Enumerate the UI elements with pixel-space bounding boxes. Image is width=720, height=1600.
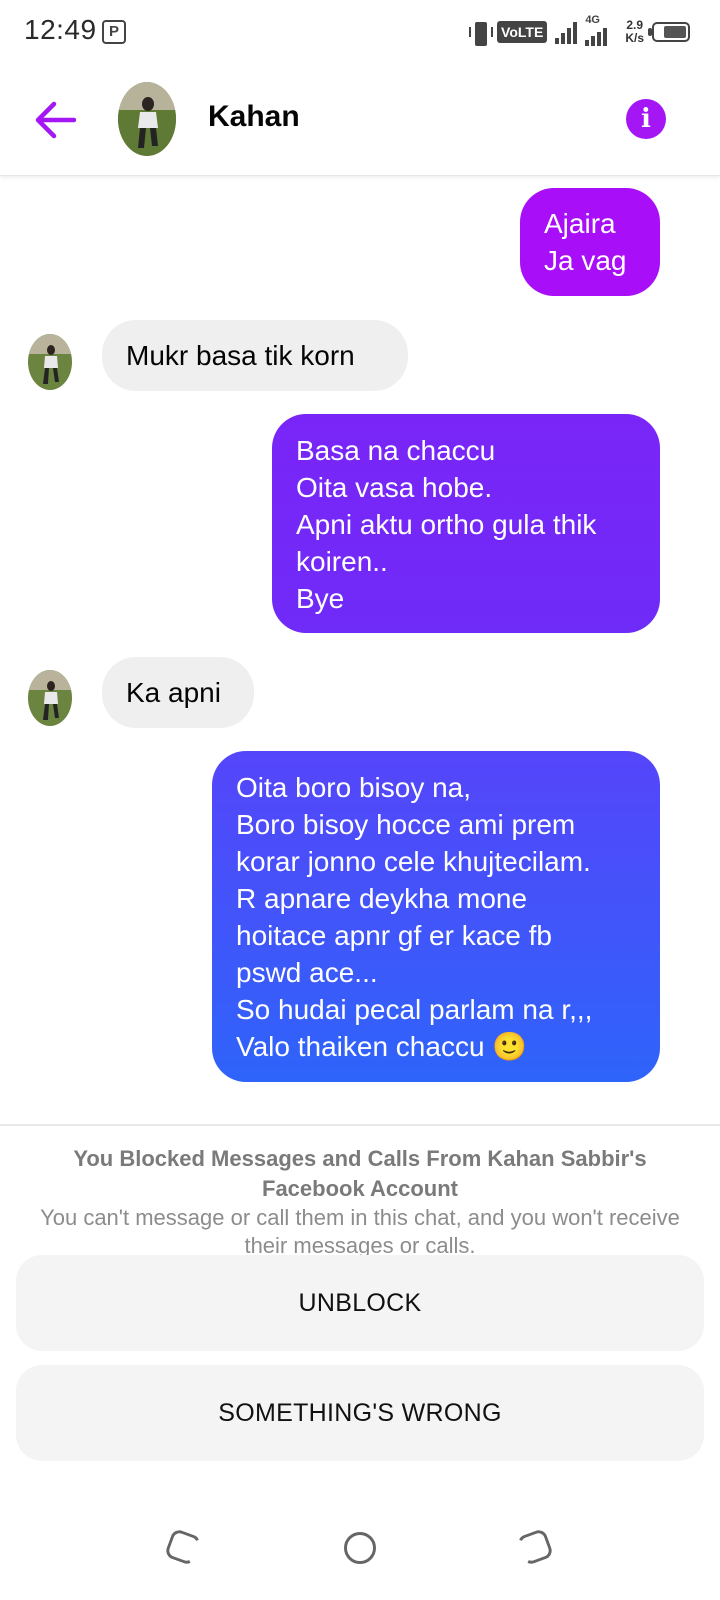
message-line: korar jonno cele khujtecilam. (236, 846, 591, 877)
home-icon[interactable] (344, 1532, 376, 1564)
divider (0, 1124, 720, 1126)
network-speed: 2.9 K/s (625, 19, 644, 45)
message-bubble-incoming[interactable]: Mukr basa tik korn (102, 320, 408, 391)
arrow-left-icon (35, 101, 77, 139)
message-line: Ja vag (544, 245, 627, 276)
system-nav-bar (0, 1512, 720, 1600)
battery-icon (648, 22, 690, 42)
back-icon[interactable] (515, 1527, 555, 1567)
unblock-button[interactable]: UNBLOCK (16, 1255, 704, 1351)
block-notice-title: You Blocked Messages and Calls From Kaha… (73, 1146, 647, 1201)
message-line: Boro bisoy hocce ami prem (236, 809, 576, 840)
network-type: 4G (585, 14, 600, 26)
message-line: hoitace apnr gf er kace fb (236, 920, 552, 951)
status-icons: VoLTE 4G 2.9 K/s (469, 14, 690, 50)
signal-icon (555, 20, 578, 44)
message-bubble-outgoing[interactable]: Basa na chaccu Oita vasa hobe. Apni aktu… (272, 414, 660, 633)
chat-header: Kahan i (0, 64, 720, 176)
message-bubble-outgoing[interactable]: Oita boro bisoy na, Boro bisoy hocce ami… (212, 751, 660, 1082)
message-line: pswd ace... (236, 957, 378, 988)
status-bar: 12:49 P VoLTE 4G 2.9 K/s (0, 0, 720, 64)
info-icon: i (641, 104, 651, 134)
message-line: Ka apni (126, 677, 221, 708)
message-bubble-incoming[interactable]: Ka apni (102, 657, 254, 728)
contact-name[interactable]: Kahan (208, 100, 300, 134)
recent-apps-icon[interactable] (163, 1527, 203, 1567)
message-line: koiren.. (296, 546, 388, 577)
speed-unit: K/s (625, 31, 644, 45)
contact-avatar[interactable] (118, 82, 176, 156)
message-line: Valo thaiken chaccu 🙂 (236, 1031, 528, 1062)
message-line: Ajaira (544, 208, 616, 239)
message-bubble-outgoing[interactable]: Ajaira Ja vag (520, 188, 660, 296)
status-time: 12:49 (24, 14, 97, 45)
contact-avatar-small[interactable] (28, 334, 72, 390)
message-line: Oita boro bisoy na, (236, 772, 472, 803)
message-line: Apni aktu ortho gula thik (296, 509, 597, 540)
volte-badge: VoLTE (497, 21, 548, 43)
back-button[interactable] (34, 100, 77, 140)
message-line: Bye (296, 583, 345, 614)
block-notice-description: You can't message or call them in this c… (40, 1205, 680, 1258)
message-line: Mukr basa tik korn (126, 340, 355, 371)
contact-avatar-small[interactable] (28, 670, 72, 726)
mobile-data-icon: 4G (585, 14, 617, 46)
message-line: Basa na chaccu (296, 435, 496, 466)
info-button[interactable]: i (626, 99, 666, 139)
message-line: Oita vasa hobe. (296, 472, 493, 503)
message-line: So hudai pecal parlam na r,,, (236, 994, 593, 1025)
vibrate-icon (469, 20, 494, 46)
message-line: R apnare deykha mone (236, 883, 528, 914)
something-wrong-button[interactable]: SOMETHING'S WRONG (16, 1365, 704, 1461)
notification-icon: P (102, 20, 126, 44)
